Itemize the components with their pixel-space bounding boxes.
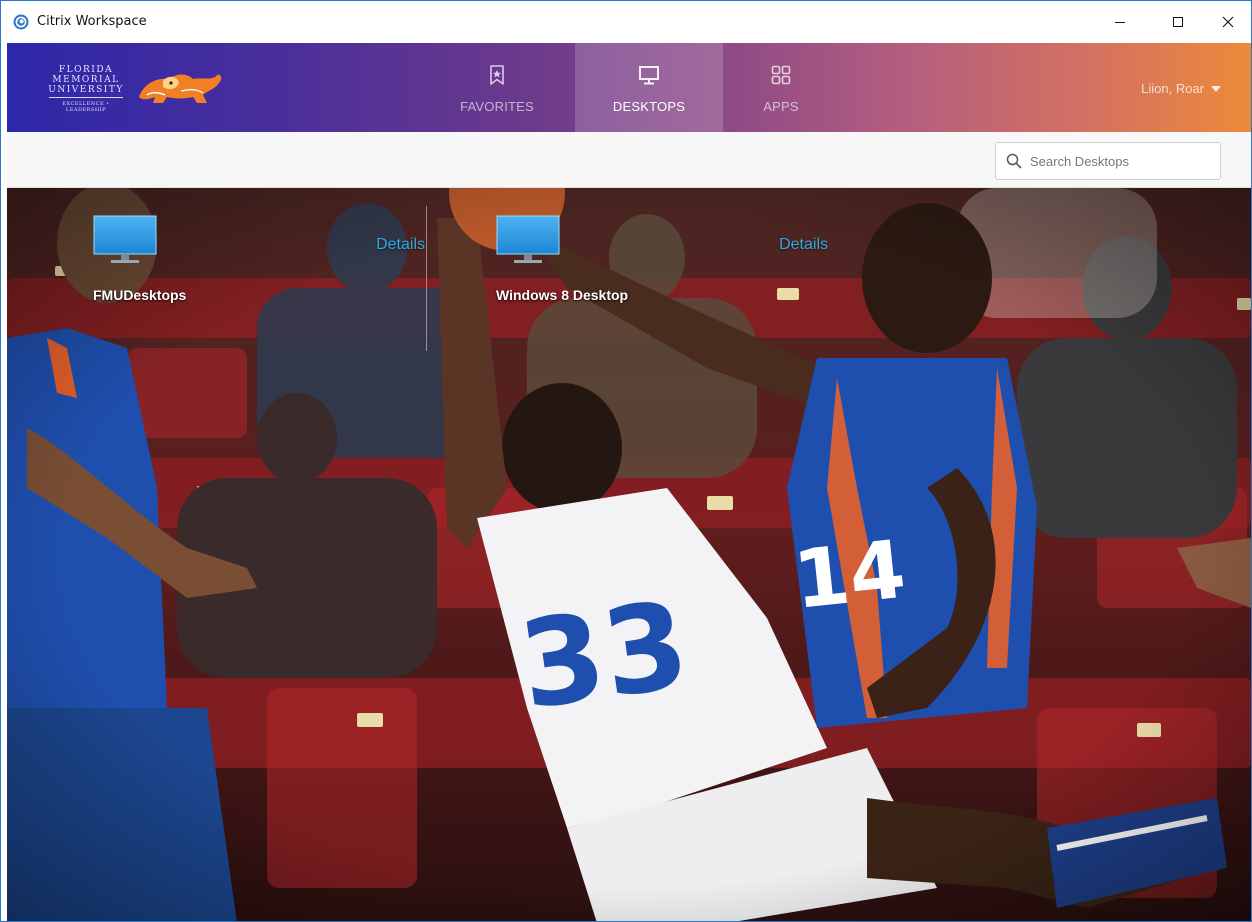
desktop-tile-fmudesktops[interactable]: Details FMUDesktops (21, 191, 425, 361)
lion-mascot-icon (139, 74, 222, 103)
grid-icon (771, 65, 791, 85)
logo-wordmark: FLORIDA MEMORIAL UNIVERSITY EXCELLENCE •… (45, 65, 127, 113)
tab-favorites-label: FAVORITES (460, 99, 534, 114)
logo-line-3: UNIVERSITY (48, 85, 124, 95)
tab-desktops-label: DESKTOPS (612, 99, 686, 114)
logo-line-4: EXCELLENCE • LEADERSHIP (62, 101, 110, 113)
logo-line-1: FLORIDA (58, 65, 114, 75)
desktop-name: FMUDesktops (93, 287, 187, 303)
workspace-header: FLORIDA MEMORIAL UNIVERSITY EXCELLENCE •… (7, 43, 1251, 132)
logo-rule (49, 97, 123, 98)
tab-apps-label: APPS (763, 99, 799, 114)
maximize-icon (1173, 17, 1183, 27)
window-title: Citrix Workspace (37, 14, 147, 29)
close-button[interactable] (1205, 1, 1251, 43)
monitor-icon (93, 215, 157, 263)
tab-favorites[interactable]: FAVORITES (423, 43, 571, 132)
star-bookmark-icon (490, 65, 504, 85)
desktop-tile-windows-8[interactable]: Details Windows 8 Desktop (424, 191, 828, 361)
university-logo[interactable]: FLORIDA MEMORIAL UNIVERSITY EXCELLENCE •… (45, 65, 225, 113)
desktop-name: Windows 8 Desktop (496, 287, 629, 303)
user-menu-button[interactable]: Liion, Roar (1141, 81, 1221, 96)
citrix-workspace-window: Citrix Workspace FLORIDA MEMORIAL UNIVER… (0, 0, 1252, 922)
details-link[interactable]: Details (376, 236, 425, 254)
search-input[interactable] (1030, 153, 1210, 169)
logo-line-2: MEMORIAL (52, 75, 120, 85)
monitor-icon (639, 66, 659, 85)
minimize-icon (1115, 22, 1125, 23)
title-bar[interactable]: Citrix Workspace (1, 1, 1251, 43)
user-name: Liion, Roar (1141, 81, 1204, 96)
tab-apps[interactable]: APPS (707, 43, 855, 132)
chevron-down-icon (1211, 85, 1221, 92)
search-toolbar (7, 132, 1251, 188)
search-box[interactable] (995, 142, 1221, 180)
details-link[interactable]: Details (779, 236, 828, 254)
minimize-button[interactable] (1097, 1, 1143, 43)
tab-desktops[interactable]: DESKTOPS (575, 43, 723, 132)
monitor-icon (496, 215, 560, 263)
maximize-button[interactable] (1155, 1, 1201, 43)
search-icon (1006, 153, 1022, 169)
close-icon (1222, 16, 1234, 28)
citrix-logo-icon (13, 14, 29, 30)
